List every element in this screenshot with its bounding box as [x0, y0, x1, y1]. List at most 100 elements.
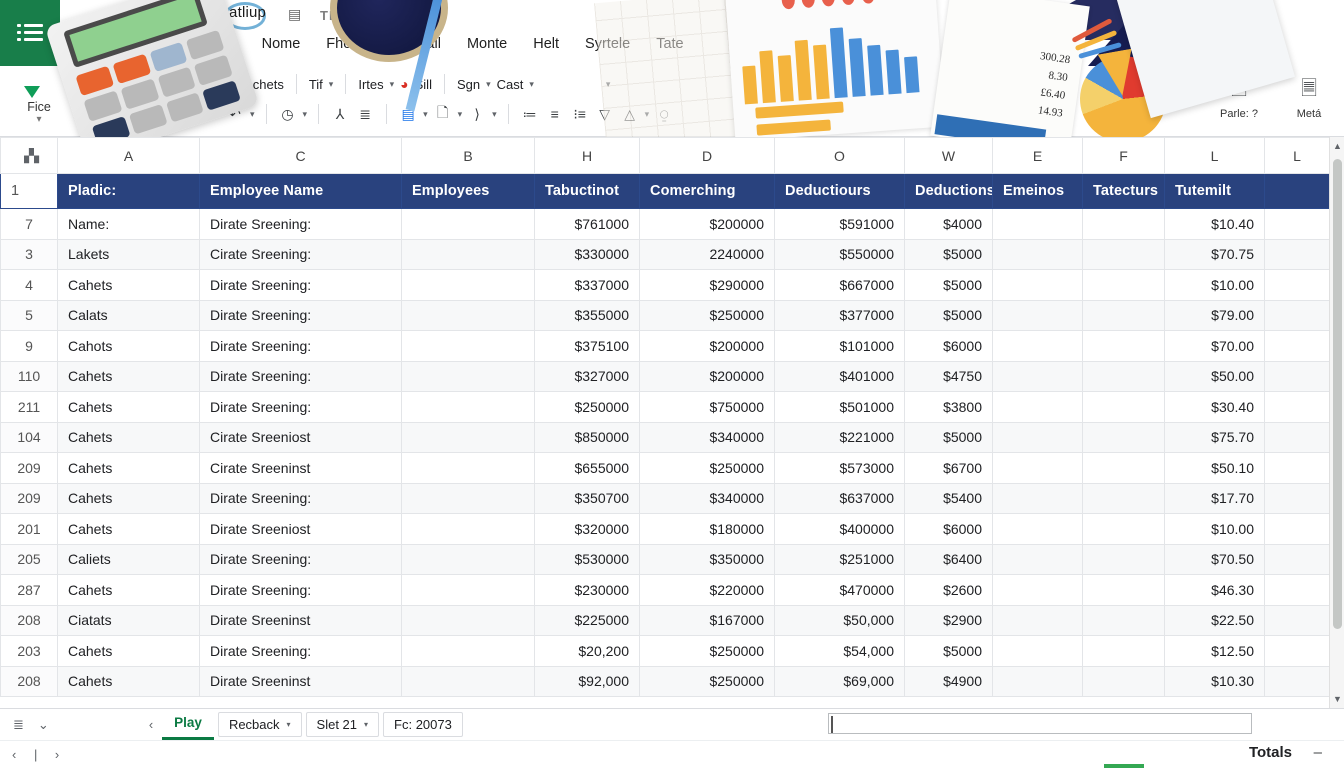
column-header-c[interactable]: C	[199, 137, 402, 174]
cell-pladic[interactable]: Cahets	[57, 513, 200, 545]
cell-employees[interactable]	[401, 299, 535, 331]
cell-blank[interactable]	[1264, 421, 1330, 453]
table-row[interactable]: 205 Caliets Dirate Sreening: $530000 $350000…	[0, 543, 1330, 575]
all-sheets-icon[interactable]: ≣	[8, 717, 29, 733]
row-number-201[interactable]: 201	[0, 513, 58, 545]
cell-comerching[interactable]: $340000	[639, 421, 775, 453]
document-title[interactable]: Catliup	[218, 4, 266, 21]
zoom-icon[interactable]: ≣	[355, 106, 375, 123]
row-number-104[interactable]: 104	[0, 421, 58, 453]
cell-comerching[interactable]: $200000	[639, 330, 775, 362]
cell-pladic[interactable]: Cahets	[57, 421, 200, 453]
cell-deductions[interactable]: $5000	[904, 299, 993, 331]
cell-tatecturs[interactable]	[1082, 543, 1165, 575]
cell-employee-name[interactable]: Dirate Sreeniost	[199, 513, 402, 545]
cell-deductions[interactable]: $6400	[904, 543, 993, 575]
sheet-nav-arrows[interactable]: ‹ | ›	[0, 747, 66, 762]
cell-blank[interactable]	[1264, 574, 1330, 606]
cell-deductions[interactable]: $4750	[904, 360, 993, 392]
toolbar-tif[interactable]: Tif	[309, 77, 323, 92]
cell-tutemilt[interactable]: $22.50	[1164, 604, 1265, 636]
cell-tabuctinot[interactable]: $92,000	[534, 665, 640, 697]
close-icon[interactable]: ×	[1176, 78, 1196, 94]
column-header-a[interactable]: A	[57, 137, 200, 174]
chevron-down-icon[interactable]: ▾	[329, 79, 334, 90]
formula-input[interactable]	[828, 713, 1252, 734]
more-toolbar-icon[interactable]: ▾	[606, 79, 611, 90]
cell-blank[interactable]	[1264, 635, 1330, 667]
chip-recback[interactable]: Recback ▾	[217, 712, 302, 737]
toolbar-sill[interactable]: Sill	[415, 77, 432, 92]
column-header-l2[interactable]: L	[1264, 137, 1330, 174]
table-row[interactable]: 209 Cahets Cirate Sreeninst $655000 $250000 $…	[0, 452, 1330, 484]
cell-employee-name[interactable]: Cirate Sreeninst	[199, 452, 402, 484]
cell-comerching[interactable]: $167000	[639, 604, 775, 636]
row-number-1[interactable]: 1	[0, 173, 58, 209]
menu-item-conmall[interactable]: Conmall	[388, 36, 441, 52]
cell-tabuctinot[interactable]: $250000	[534, 391, 640, 423]
cell-tabuctinot[interactable]: $655000	[534, 452, 640, 484]
table-row[interactable]: 5 Calats Dirate Sreening: $355000 $250000 $37…	[0, 299, 1330, 331]
row-number-205[interactable]: 205	[0, 543, 58, 575]
column-header-w[interactable]: W	[904, 137, 993, 174]
cell-blank[interactable]	[1264, 452, 1330, 484]
drive-caret-icon[interactable]: ▾	[8, 114, 70, 125]
table-row[interactable]: 208 Cahets Dirate Sreeninst $92,000 $250000 $…	[0, 665, 1330, 697]
chevron-down-icon[interactable]: ▾	[458, 109, 463, 120]
cell-employee-name[interactable]: Dirate Sreening:	[199, 543, 402, 575]
cell-deductions[interactable]: $6700	[904, 452, 993, 484]
link-icon[interactable]: ⍜	[654, 106, 674, 123]
table-row[interactable]: 4 Cahets Dirate Sreening: $337000 $290000 $66…	[0, 269, 1330, 301]
fill-color-icon[interactable]: 🗋	[433, 102, 453, 126]
column-header-d[interactable]: D	[639, 137, 775, 174]
cell-pladic[interactable]: Lakets	[57, 238, 200, 270]
wrap-icon[interactable]: ≡	[545, 106, 565, 122]
cell-employee-name[interactable]: Dirate Sreening:	[199, 269, 402, 301]
menu-item-nome[interactable]: Nome	[262, 36, 301, 52]
vertical-scrollbar[interactable]: ▲ ▼	[1329, 137, 1344, 708]
cell-comerching[interactable]: $180000	[639, 513, 775, 545]
cell-deductions[interactable]: $6000	[904, 513, 993, 545]
cell-employees[interactable]	[401, 238, 535, 270]
cell-tabuctinot[interactable]: $225000	[534, 604, 640, 636]
next-arrow-icon[interactable]: ›	[1140, 78, 1160, 94]
cell-tutemilt[interactable]: $79.00	[1164, 299, 1265, 331]
cell-tutemilt[interactable]: $10.00	[1164, 269, 1265, 301]
cell-emeinos[interactable]	[992, 452, 1083, 484]
menu-item-fhow[interactable]: Fhow	[326, 36, 361, 52]
spreadsheet-grid[interactable]: ▗▚ A C B H D O W E F L L 1 Pladic: Emplo…	[0, 137, 1344, 708]
cell-tutemilt[interactable]: $30.40	[1164, 391, 1265, 423]
cell-tatecturs[interactable]	[1082, 604, 1165, 636]
borders-icon[interactable]: ⟩	[467, 106, 487, 123]
cell-employee-name[interactable]: Dirate Sreening:	[199, 208, 402, 240]
scroll-down-arrow-icon[interactable]: ▼	[1333, 694, 1342, 704]
cell-deductiours[interactable]: $501000	[774, 391, 905, 423]
cell-blank[interactable]	[1264, 330, 1330, 362]
cell-tabuctinot[interactable]: $350700	[534, 482, 640, 514]
cell-pladic[interactable]: Cahots	[57, 330, 200, 362]
cell-tutemilt[interactable]: $50.00	[1164, 360, 1265, 392]
cell-tatecturs[interactable]	[1082, 665, 1165, 697]
cell-deductions[interactable]: $5400	[904, 482, 993, 514]
cell-employees[interactable]	[401, 391, 535, 423]
cell-tutemilt[interactable]: $10.30	[1164, 665, 1265, 697]
cell-employees[interactable]	[401, 360, 535, 392]
menu-item-monte[interactable]: Monte	[467, 36, 507, 52]
row-number-209[interactable]: 209	[0, 452, 58, 484]
row-number-208[interactable]: 208	[0, 665, 58, 697]
chevron-down-icon[interactable]: ▾	[1186, 12, 1193, 29]
row-number-209[interactable]: 209	[0, 482, 58, 514]
cell-blank[interactable]	[1264, 482, 1330, 514]
cell-comerching[interactable]: $220000	[639, 574, 775, 606]
cell-employees[interactable]	[401, 635, 535, 667]
cell-tutemilt[interactable]: $70.00	[1164, 330, 1265, 362]
cell-emeinos[interactable]	[992, 574, 1083, 606]
cell-blank[interactable]	[1264, 208, 1330, 240]
cell-tatecturs[interactable]	[1082, 391, 1165, 423]
toolbar-irtes[interactable]: Irtes	[358, 77, 383, 92]
cell-tatecturs[interactable]	[1082, 360, 1165, 392]
align-icon[interactable]: ≔	[520, 106, 540, 123]
cell-pladic[interactable]: Ciatats	[57, 604, 200, 636]
row-number-203[interactable]: 203	[0, 635, 58, 667]
comment-icon[interactable]: 🗩	[1207, 8, 1224, 33]
